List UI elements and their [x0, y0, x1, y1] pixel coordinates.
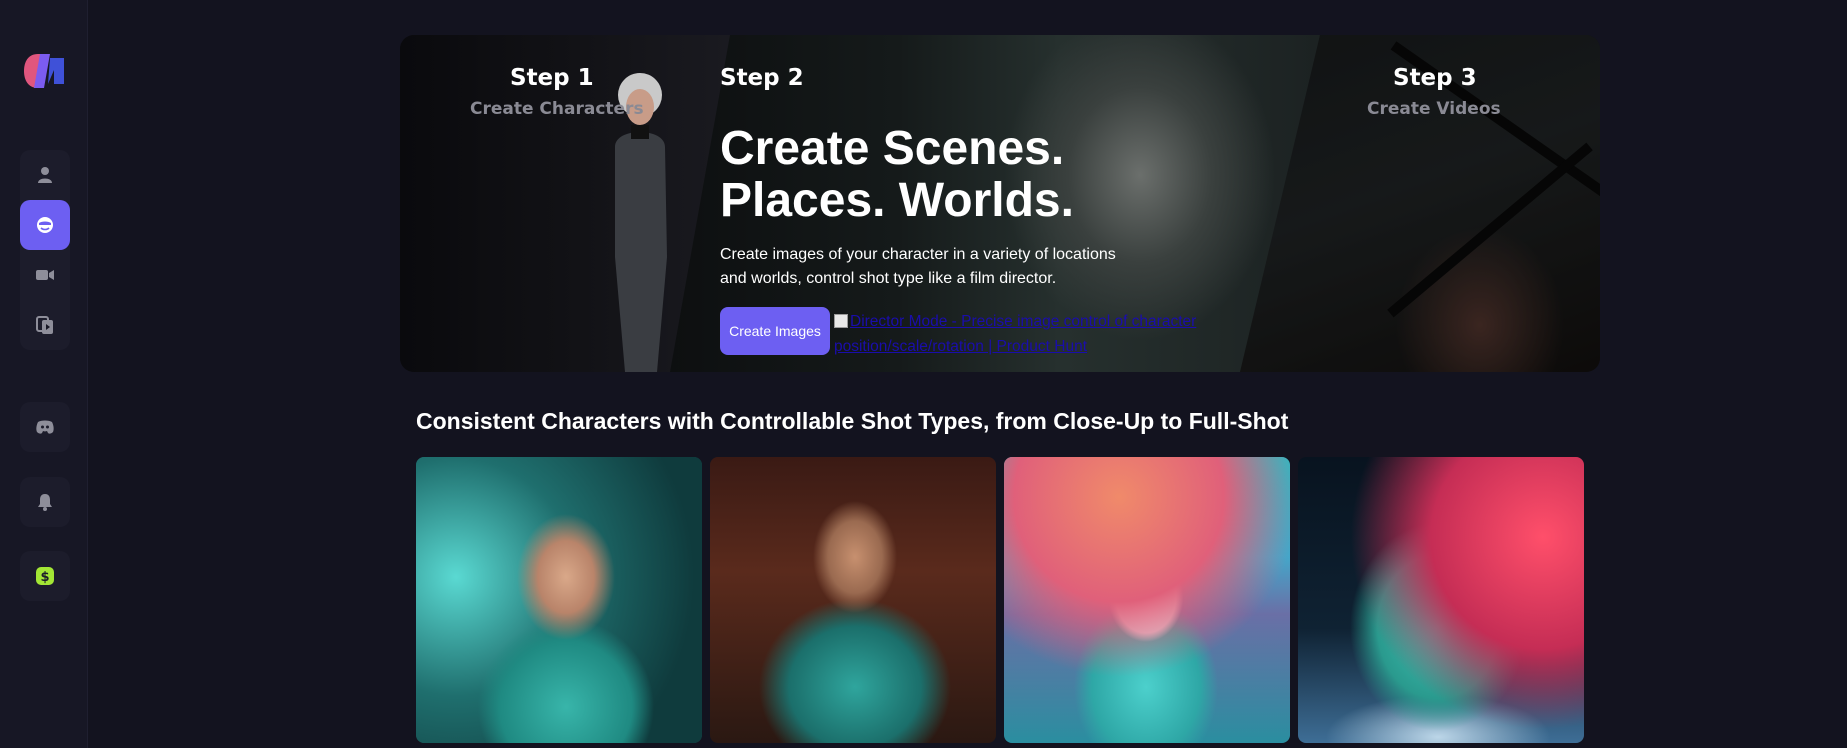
dollar-icon: $	[36, 567, 54, 585]
create-images-button[interactable]: Create Images	[720, 307, 830, 355]
discord-icon	[36, 420, 54, 434]
hero-headline-line2: Places. Worlds.	[720, 174, 1074, 227]
step1-subtitle: Create Characters	[470, 99, 644, 119]
billing-nav: $	[20, 551, 70, 601]
discord-nav	[20, 402, 70, 452]
broken-image-icon	[834, 314, 848, 328]
gallery-card-full-shot[interactable]	[1298, 457, 1584, 743]
step2-title: Step 2	[720, 65, 804, 91]
notification-nav	[20, 477, 70, 527]
app-logo[interactable]	[24, 54, 64, 88]
section-title: Consistent Characters with Controllable …	[416, 408, 1289, 434]
gallery-card-medium[interactable]	[710, 457, 996, 743]
nav-library[interactable]	[20, 300, 70, 350]
step3-title: Step 3	[1393, 65, 1477, 91]
nav-images[interactable]	[20, 200, 70, 250]
gallery-image	[710, 457, 996, 743]
gallery-image	[1298, 457, 1584, 743]
hero-headline: Create Scenes. Places. Worlds.	[720, 123, 1140, 227]
shot-type-gallery	[416, 457, 1584, 743]
nav-videos[interactable]	[20, 250, 70, 300]
nav-characters[interactable]	[20, 150, 70, 200]
svg-text:$: $	[40, 570, 49, 585]
main-nav	[20, 150, 70, 350]
face-icon	[37, 217, 53, 233]
hero-banner: Step 1 Create Characters Step 2 Step 3 C…	[400, 35, 1600, 372]
gallery-card-close-up[interactable]	[416, 457, 702, 743]
gallery-image	[1004, 457, 1290, 743]
product-hunt-badge-link[interactable]: Director Mode - Precise image control of…	[834, 309, 1224, 359]
hero-description: Create images of your character in a var…	[720, 246, 1116, 287]
person-icon	[38, 167, 52, 183]
nav-billing[interactable]: $	[20, 551, 70, 601]
gallery-card-wide[interactable]	[1004, 457, 1290, 743]
gallery-image	[416, 457, 702, 743]
step3-subtitle: Create Videos	[1367, 99, 1501, 119]
nav-discord[interactable]	[20, 402, 70, 452]
step1-title: Step 1	[510, 65, 594, 91]
product-hunt-alt-text: Director Mode - Precise image control of…	[834, 313, 1197, 355]
nav-notifications[interactable]	[20, 477, 70, 527]
sidebar: $	[0, 0, 88, 748]
video-camera-icon	[36, 270, 54, 280]
bell-icon	[38, 494, 52, 511]
copy-media-icon	[36, 316, 53, 334]
hero-headline-line1: Create Scenes.	[720, 122, 1065, 175]
